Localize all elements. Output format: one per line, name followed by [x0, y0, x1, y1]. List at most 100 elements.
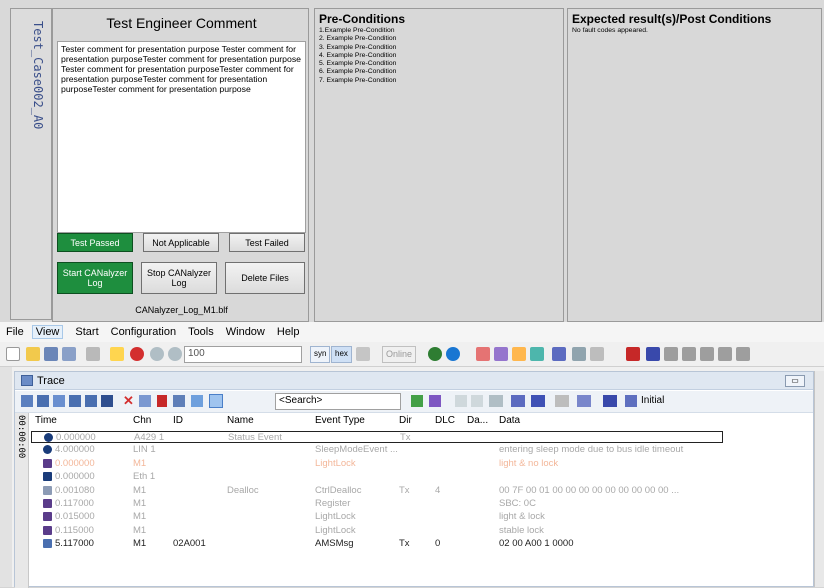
table-row[interactable]: 0.001080 M1 Dealloc CtrlDealloc Tx 4 00 7F 00 … — [31, 485, 813, 497]
table-row[interactable]: 0.000000 M1 LightLock light & no lock — [31, 458, 813, 470]
trace-filter-icon[interactable] — [53, 395, 65, 407]
table-row[interactable]: 0.000000 Eth 1 — [31, 471, 813, 483]
layout-icon[interactable] — [531, 395, 545, 407]
trace-columns-icon[interactable] — [37, 395, 49, 407]
menu-tools[interactable]: Tools — [188, 326, 214, 338]
copy-icon[interactable] — [590, 347, 604, 363]
table-row[interactable]: 0.000000 A429 1 Status Event Tx — [31, 431, 723, 443]
cell-time: 0.117000 — [55, 498, 94, 509]
marker-icon[interactable] — [489, 395, 503, 407]
delete-files-button[interactable]: Delete Files — [225, 262, 305, 294]
syn-toggle[interactable]: syn — [310, 346, 331, 363]
col-id[interactable]: ID — [173, 415, 183, 429]
detail-view-icon[interactable] — [209, 394, 223, 408]
online-dropdown[interactable]: Online — [382, 346, 417, 363]
table-row[interactable]: 0.115000 M1 LightLock stable lock — [31, 525, 813, 537]
pause-icon[interactable] — [157, 395, 167, 407]
trace-tree-icon[interactable] — [85, 395, 97, 407]
comment-textbox[interactable]: Tester comment for presentation purpose … — [57, 41, 306, 233]
zoom-combo[interactable]: 100 — [184, 346, 302, 363]
new-icon[interactable] — [6, 347, 20, 363]
view-2-icon[interactable] — [682, 347, 696, 363]
stop-canalyzer-log-button[interactable]: Stop CANalyzer Log — [141, 262, 217, 294]
database-icon[interactable] — [646, 347, 660, 363]
zoom-out-icon[interactable] — [168, 347, 182, 363]
filter-icon[interactable] — [476, 347, 490, 363]
table-row[interactable]: 5.117000 M1 02A001 AMSMsg Tx 0 02 00 A00 1 000… — [31, 538, 813, 550]
start-canalyzer-log-button[interactable]: Start CANalyzer Log — [57, 262, 133, 294]
help-icon[interactable] — [446, 347, 460, 363]
panel-icon[interactable] — [626, 347, 640, 363]
test-case-tab[interactable]: Test_Case002_A0 — [10, 8, 52, 320]
trace-window-icon — [21, 375, 33, 386]
write-icon[interactable] — [572, 347, 586, 363]
left-dock-strip — [0, 367, 12, 587]
graphics-icon[interactable] — [552, 347, 566, 363]
edit-icon[interactable] — [494, 347, 508, 363]
zoom-icon[interactable] — [150, 347, 164, 363]
menu-help[interactable]: Help — [277, 326, 300, 338]
trace-search-input[interactable]: <Search> — [275, 393, 401, 410]
initial-icon[interactable] — [625, 395, 637, 407]
vertical-scrollbar[interactable] — [814, 371, 824, 587]
find-prev-icon[interactable] — [429, 395, 441, 407]
col-event-type[interactable]: Event Type — [315, 415, 365, 429]
view-1-icon[interactable] — [664, 347, 678, 363]
cell-id: 02A001 — [173, 538, 206, 550]
menu-configuration[interactable]: Configuration — [111, 326, 176, 338]
col-name[interactable]: Name — [227, 415, 254, 429]
table-row[interactable]: 0.015000 M1 LightLock light & lock — [31, 511, 813, 523]
time-strip: 00:00:00 — [15, 413, 29, 588]
cell-data: 00 7F 00 01 00 00 00 00 00 00 00 00 00 .… — [499, 484, 680, 496]
col-data[interactable]: Data — [499, 415, 520, 429]
save-icon[interactable] — [44, 347, 58, 363]
table-row[interactable]: 4.000000 LIN 1 SleepModeEvent ... entering … — [31, 444, 813, 456]
bus-icon[interactable] — [512, 347, 526, 363]
view-5-icon[interactable] — [736, 347, 750, 363]
view-3-icon[interactable] — [700, 347, 714, 363]
menu-window[interactable]: Window — [226, 326, 265, 338]
table-row[interactable]: 0.117000 M1 Register SBC: 0C — [31, 498, 813, 510]
stop-scroll-icon[interactable] — [139, 395, 151, 407]
clear-icon[interactable]: ✕ — [123, 393, 134, 409]
menu-file[interactable]: File — [6, 326, 24, 338]
font-icon[interactable] — [577, 395, 591, 407]
initial-dropdown[interactable]: Initial — [641, 395, 664, 406]
cell-time: 0.115000 — [55, 524, 94, 536]
forward-icon[interactable] — [471, 395, 483, 407]
mode-icon[interactable] — [191, 395, 203, 407]
test-failed-button[interactable]: Test Failed — [229, 233, 305, 252]
delta-time-icon[interactable] — [173, 395, 185, 407]
col-dir[interactable]: Dir — [399, 415, 412, 429]
hex-toggle[interactable]: hex — [331, 346, 352, 363]
record-icon[interactable] — [130, 347, 144, 363]
minimize-icon[interactable]: ▭ — [785, 375, 805, 387]
find-next-icon[interactable] — [411, 395, 423, 407]
cell-chn: M1 — [133, 457, 147, 469]
trace-config-icon[interactable] — [21, 395, 33, 407]
menu-start[interactable]: Start — [75, 326, 98, 338]
save-all-icon[interactable] — [62, 347, 76, 363]
binoculars-icon[interactable] — [101, 395, 113, 407]
node-icon[interactable] — [530, 347, 544, 363]
format-icon[interactable] — [356, 347, 370, 363]
col-chn[interactable]: Chn — [133, 415, 151, 429]
info-icon[interactable] — [428, 347, 442, 363]
lightning-icon[interactable] — [110, 347, 124, 363]
window-icon[interactable] — [603, 395, 617, 407]
menu-view[interactable]: View — [31, 325, 64, 339]
view-4-icon[interactable] — [718, 347, 732, 363]
cell-time: 0.000000 — [55, 471, 95, 483]
calculator-icon[interactable] — [86, 347, 100, 363]
lines-icon[interactable] — [555, 395, 569, 407]
col-dlc[interactable]: DLC — [435, 415, 455, 429]
not-applicable-button[interactable]: Not Applicable — [143, 233, 219, 252]
export-icon[interactable] — [511, 395, 525, 407]
test-passed-button[interactable]: Test Passed — [57, 233, 133, 252]
col-time[interactable]: Time — [35, 415, 57, 429]
col-da[interactable]: Da... — [467, 415, 488, 429]
cell-type: Register — [315, 498, 351, 509]
open-icon[interactable] — [26, 347, 40, 363]
back-icon[interactable] — [455, 395, 467, 407]
trace-group-icon[interactable] — [69, 395, 81, 407]
